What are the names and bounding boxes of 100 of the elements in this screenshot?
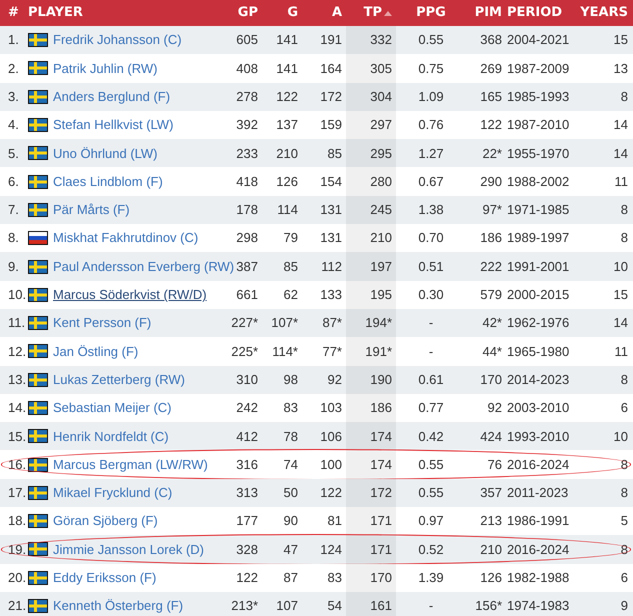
table-cell-text: 20.: [7, 569, 26, 588]
sweden-flag-icon: [28, 429, 48, 444]
table-cell-text: 2.: [7, 60, 20, 78]
player-link[interactable]: Fredrik Johansson (C): [53, 30, 182, 50]
table-cell-text: 83: [282, 399, 299, 418]
table-cell-text: 8.: [7, 229, 20, 248]
column-header[interactable]: PERIOD: [507, 3, 562, 23]
table-cell-text: 141: [275, 60, 299, 78]
table-cell-text: 100: [319, 456, 343, 474]
table-cell-text: 124: [319, 540, 343, 559]
table-cell-text: 170: [479, 370, 503, 389]
table-cell-text: 16.: [7, 456, 26, 474]
table-cell-text: 210: [479, 540, 503, 559]
column-header[interactable]: PLAYER: [28, 3, 83, 23]
column-header[interactable]: PIM: [474, 3, 502, 23]
table-cell-text: 412: [235, 428, 259, 446]
table-cell-text: 2000-2015: [506, 286, 570, 304]
table-cell-text: 10.: [7, 286, 26, 304]
player-link[interactable]: Uno Öhrlund (LW): [53, 144, 158, 164]
player-link[interactable]: Jimmie Jansson Lorek (D): [53, 540, 204, 560]
player-link[interactable]: Anders Berglund (F): [53, 86, 170, 106]
table-cell-text: 10: [612, 258, 629, 276]
table-cell: 297: [346, 110, 396, 140]
player-link[interactable]: Kenneth Österberg (F): [53, 596, 184, 616]
sweden-flag-icon: [28, 90, 48, 104]
column-header[interactable]: A: [332, 3, 342, 23]
player-link[interactable]: Pär Mårts (F): [53, 200, 130, 220]
table-cell-text: 12.: [7, 342, 26, 361]
player-link[interactable]: Stefan Hellkvist (LW): [53, 115, 174, 135]
table-cell-text: 424: [479, 428, 503, 446]
table-cell-text: 47: [282, 540, 299, 559]
table-cell-text: 1955-1970: [506, 144, 570, 163]
table-cell-text: 107*: [270, 314, 299, 332]
table-cell-text: 133: [319, 286, 343, 304]
table-cell-text: 8: [620, 540, 629, 559]
table-cell-text: 10: [612, 428, 629, 446]
table-cell-text: 172: [319, 88, 343, 106]
table-cell: 174: [346, 422, 396, 450]
table-cell-text: 18.: [7, 512, 26, 530]
player-link[interactable]: Paul Andersson Everberg (RW): [53, 256, 234, 276]
table-cell-text: 7.: [7, 201, 20, 220]
player-link[interactable]: Göran Sjöberg (F): [53, 511, 158, 531]
table-cell-text: 114: [276, 201, 299, 220]
table-cell-text: 9: [620, 597, 629, 616]
table-cell-text: 85: [326, 144, 343, 163]
table-cell-text: 92: [326, 370, 343, 389]
player-link[interactable]: Jan Östling (F): [53, 342, 138, 362]
table-cell-text: 368: [479, 31, 503, 50]
table-cell-text: 6: [620, 569, 629, 588]
table-cell-text: 126: [275, 172, 299, 191]
table-cell-text: 1971-1985: [506, 201, 570, 220]
player-link[interactable]: Eddy Eriksson (F): [53, 568, 156, 588]
russia-flag-icon: [28, 231, 48, 246]
player-link[interactable]: Lukas Zetterberg (RW): [53, 370, 185, 390]
sweden-flag-icon: [28, 316, 48, 330]
column-header[interactable]: TP: [364, 3, 382, 23]
column-header[interactable]: GP: [238, 3, 258, 23]
table-cell-text: 1988-2002: [506, 172, 570, 191]
player-link[interactable]: Marcus Söderkvist (RW/D): [53, 285, 207, 305]
table-cell: 171: [346, 535, 396, 564]
player-link[interactable]: Claes Lindblom (F): [53, 172, 163, 192]
sweden-flag-icon: [28, 146, 48, 160]
table-cell-text: 159: [319, 116, 343, 134]
table-cell: 245: [346, 196, 396, 224]
table-cell-text: 0.70: [417, 229, 445, 248]
player-link[interactable]: Marcus Bergman (LW/RW): [53, 454, 208, 474]
table-cell-text: 2004-2021: [506, 31, 570, 50]
player-link[interactable]: Henrik Nordfeldt (C): [53, 426, 169, 446]
table-cell-text: 11.: [7, 314, 26, 332]
sweden-flag-icon: [28, 401, 48, 415]
table-cell-text: 106: [319, 428, 343, 446]
table-cell-text: 269: [479, 60, 503, 78]
table-cell-text: 0.75: [417, 60, 445, 78]
table-cell-text: 97*: [481, 201, 503, 220]
player-link[interactable]: Miskhat Fakhrutdinov (C): [53, 228, 198, 248]
table-cell-text: 8: [620, 484, 629, 502]
column-header[interactable]: YEARS: [580, 3, 628, 23]
player-link[interactable]: Kent Persson (F): [53, 313, 152, 333]
player-link[interactable]: Patrik Juhlin (RW): [53, 58, 158, 78]
table-cell-text: 78: [282, 428, 299, 446]
table-cell-text: 225*: [230, 342, 259, 361]
table-cell-text: 156*: [474, 597, 503, 616]
table-cell-text: 1.38: [417, 201, 445, 220]
table-cell-text: 233: [235, 144, 259, 163]
sweden-flag-icon: [28, 458, 48, 472]
player-link[interactable]: Sebastian Meijer (C): [53, 398, 172, 418]
column-header[interactable]: G: [287, 3, 298, 23]
player-link[interactable]: Mikael Frycklund (C): [53, 483, 172, 503]
table-cell-text: 1989-1997: [506, 229, 570, 248]
column-header[interactable]: #: [8, 3, 19, 23]
table-cell-text: 1987-2009: [506, 60, 570, 78]
table-cell-text: 14: [612, 144, 629, 163]
table-cell-text: 15.: [7, 428, 26, 446]
table-cell-text: 1982-1988: [506, 569, 570, 588]
table-cell-text: 114*: [271, 342, 299, 361]
sweden-flag-icon: [28, 486, 48, 500]
sweden-flag-icon: [28, 288, 48, 302]
column-header[interactable]: PPG: [416, 3, 446, 23]
table-cell-text: 210: [275, 144, 299, 163]
table-cell: 304: [346, 82, 396, 111]
